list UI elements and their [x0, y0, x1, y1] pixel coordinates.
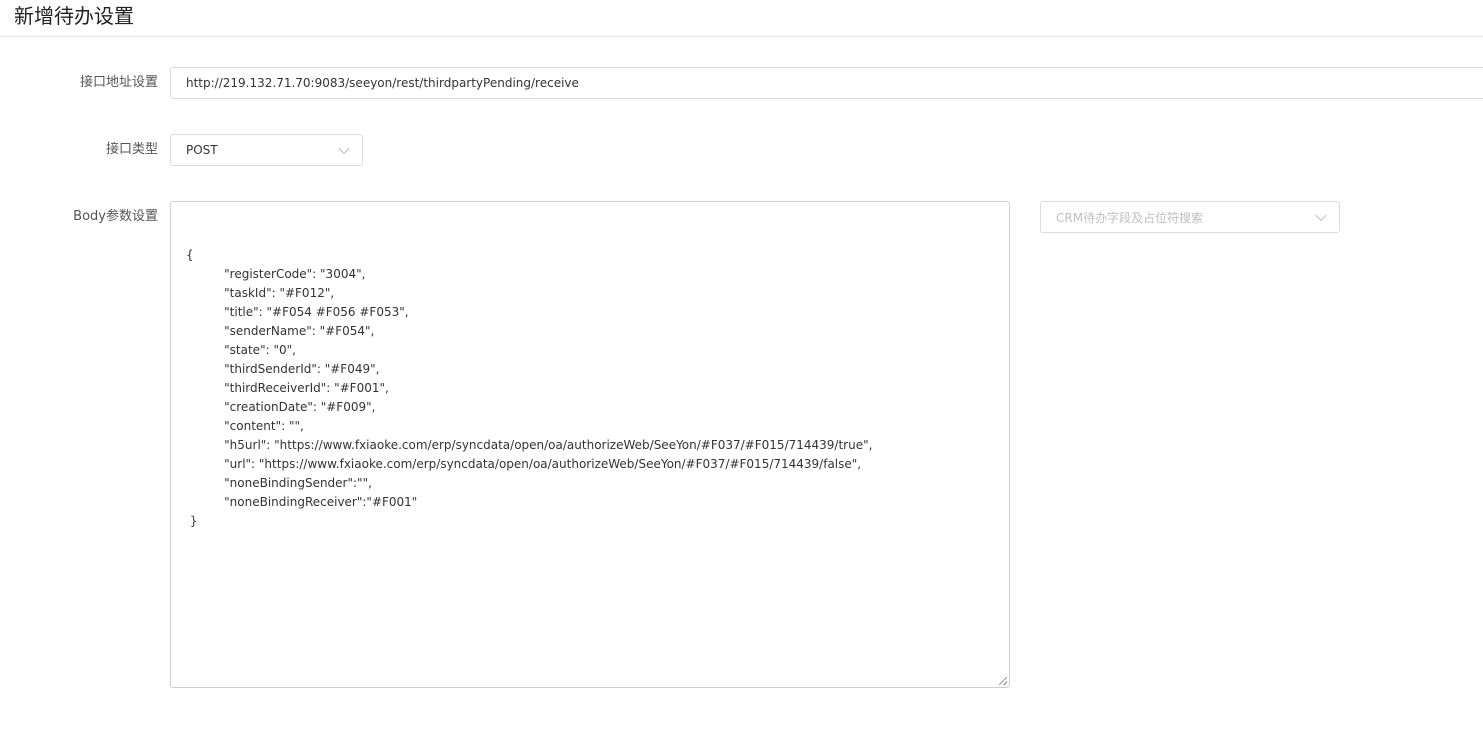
header-divider	[0, 36, 1483, 37]
chevron-down-icon	[1315, 209, 1327, 222]
url-label: 接口地址设置	[79, 75, 158, 90]
crm-field-search-select[interactable]: CRM待办字段及占位符搜索	[1040, 201, 1340, 233]
chevron-down-icon	[338, 142, 350, 155]
body-textarea[interactable]: { "registerCode": "3004", "taskId": "#F0…	[170, 201, 1010, 688]
url-input[interactable]: http://219.132.71.70:9083/seeyon/rest/th…	[170, 67, 1483, 99]
url-input-value: http://219.132.71.70:9083/seeyon/rest/th…	[186, 76, 579, 90]
resize-grip-icon[interactable]	[999, 677, 1007, 685]
method-select[interactable]: POST	[170, 134, 363, 166]
crm-field-search-placeholder: CRM待办字段及占位符搜索	[1056, 210, 1204, 225]
method-select-value: POST	[186, 143, 218, 157]
page-title: 新增待办设置	[14, 4, 134, 28]
method-label: 接口类型	[105, 142, 158, 157]
body-textarea-content: { "registerCode": "3004", "taskId": "#F0…	[186, 248, 873, 528]
body-label: Body参数设置	[73, 209, 158, 224]
